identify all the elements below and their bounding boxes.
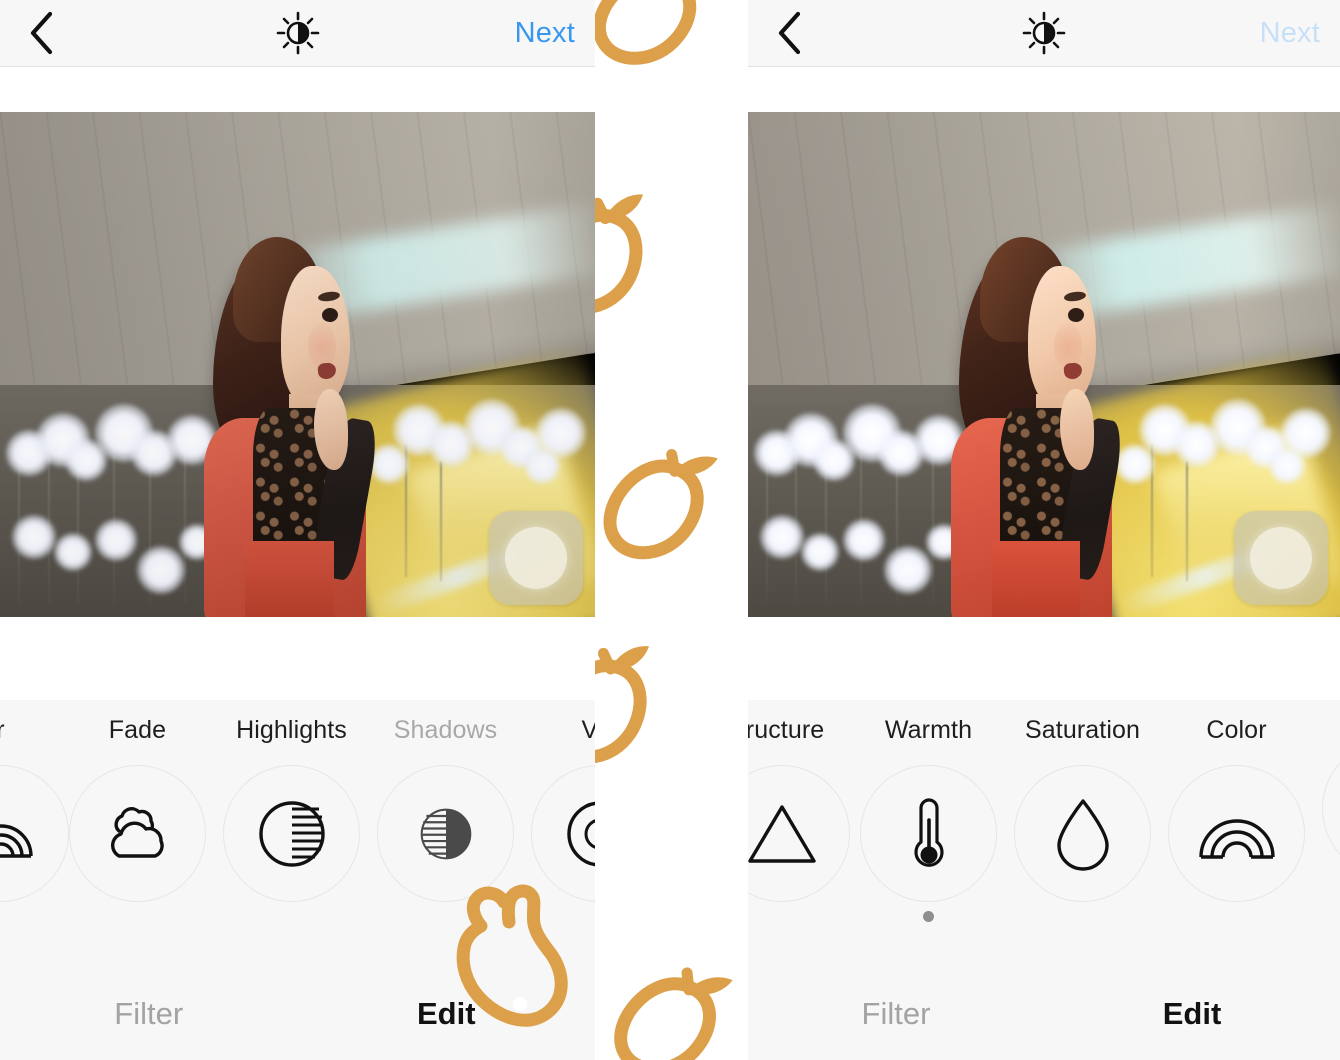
rainbow-icon bbox=[1198, 818, 1275, 859]
phone-screen-right: Next ructure Warmth Saturation Color Fil… bbox=[748, 0, 1340, 1060]
mango-outline-icon bbox=[614, 967, 733, 1060]
screenshot-root: Next r Fade Highlights Shadows V Filter … bbox=[0, 0, 1340, 1060]
tab-edit[interactable]: Edit bbox=[1044, 968, 1340, 1060]
triangle-icon bbox=[748, 804, 816, 863]
mango-outline-icon bbox=[595, 0, 697, 65]
tool-circle bbox=[0, 765, 69, 902]
tool-shadows[interactable]: Shadows bbox=[368, 718, 523, 902]
nav-bar: Next bbox=[748, 0, 1340, 67]
nav-bar: Next bbox=[0, 0, 595, 67]
vignette-icon bbox=[566, 801, 595, 866]
back-button[interactable] bbox=[18, 10, 64, 56]
tool-carousel[interactable]: tructure Warmth bbox=[748, 718, 1340, 933]
next-button[interactable]: Next bbox=[515, 0, 575, 67]
mango-outline-icon bbox=[603, 449, 718, 560]
tab-bar: Filter Edit bbox=[0, 968, 595, 1060]
brightness-contrast-icon bbox=[273, 8, 323, 58]
tool-circle bbox=[748, 765, 850, 902]
tool-circle bbox=[1168, 765, 1305, 902]
tool-saturation[interactable]: Saturation bbox=[1005, 718, 1160, 902]
tool-circle bbox=[377, 765, 514, 902]
edit-tool-tray: r Fade Highlights Shadows V Filter Edit bbox=[0, 700, 595, 1060]
shadows-icon bbox=[420, 808, 471, 859]
tool-highlights[interactable]: Highlights bbox=[214, 718, 369, 902]
compare-ring-icon bbox=[1250, 527, 1312, 589]
tool-vignette[interactable]: Vig bbox=[522, 718, 595, 902]
back-chevron-icon bbox=[778, 11, 801, 55]
edit-tool-tray: tructure Warmth bbox=[748, 700, 1340, 1060]
back-button[interactable] bbox=[766, 10, 812, 56]
back-chevron-icon bbox=[30, 11, 53, 55]
compare-ring-icon bbox=[505, 527, 567, 589]
tab-filter[interactable]: Filter bbox=[0, 968, 298, 1060]
next-button[interactable]: Next bbox=[1260, 0, 1320, 67]
tool-next-partial[interactable] bbox=[1313, 718, 1340, 877]
phone-screen-left: Next r Fade Highlights Shadows V Filter … bbox=[0, 0, 595, 1060]
highlights-icon bbox=[258, 800, 325, 867]
tool-carousel[interactable]: r Fade Highlights Shadows V bbox=[0, 718, 595, 933]
mango-outline-icon bbox=[595, 194, 643, 314]
tool-circle bbox=[531, 765, 595, 902]
thermometer-icon bbox=[913, 797, 944, 867]
brightness-contrast-icon bbox=[1019, 8, 1069, 58]
tab-filter[interactable]: Filter bbox=[748, 968, 1044, 1060]
photo-preview[interactable] bbox=[0, 112, 595, 617]
photo-preview[interactable] bbox=[748, 112, 1340, 617]
tool-circle bbox=[1014, 765, 1151, 902]
tab-edit[interactable]: Edit bbox=[298, 968, 596, 1060]
rainbow-icon bbox=[0, 823, 33, 858]
tool-color[interactable]: Color bbox=[1159, 718, 1314, 902]
droplet-icon bbox=[1056, 798, 1109, 871]
compare-original-button[interactable] bbox=[489, 511, 583, 605]
tool-fade[interactable]: Fade bbox=[60, 718, 215, 902]
tool-circle bbox=[860, 765, 997, 902]
tool-warmth[interactable]: Warmth bbox=[851, 718, 1006, 922]
tool-circle bbox=[1322, 740, 1340, 877]
compare-original-button[interactable] bbox=[1234, 511, 1328, 605]
tab-bar: Filter Edit bbox=[748, 968, 1340, 1060]
tool-circle bbox=[223, 765, 360, 902]
decorative-gutter bbox=[595, 0, 748, 1060]
mango-outline-icon bbox=[595, 646, 650, 764]
tool-circle bbox=[69, 765, 206, 902]
adjusted-indicator-dot bbox=[923, 911, 934, 922]
cloud-icon bbox=[110, 806, 164, 858]
tool-structure[interactable]: tructure bbox=[748, 718, 859, 902]
